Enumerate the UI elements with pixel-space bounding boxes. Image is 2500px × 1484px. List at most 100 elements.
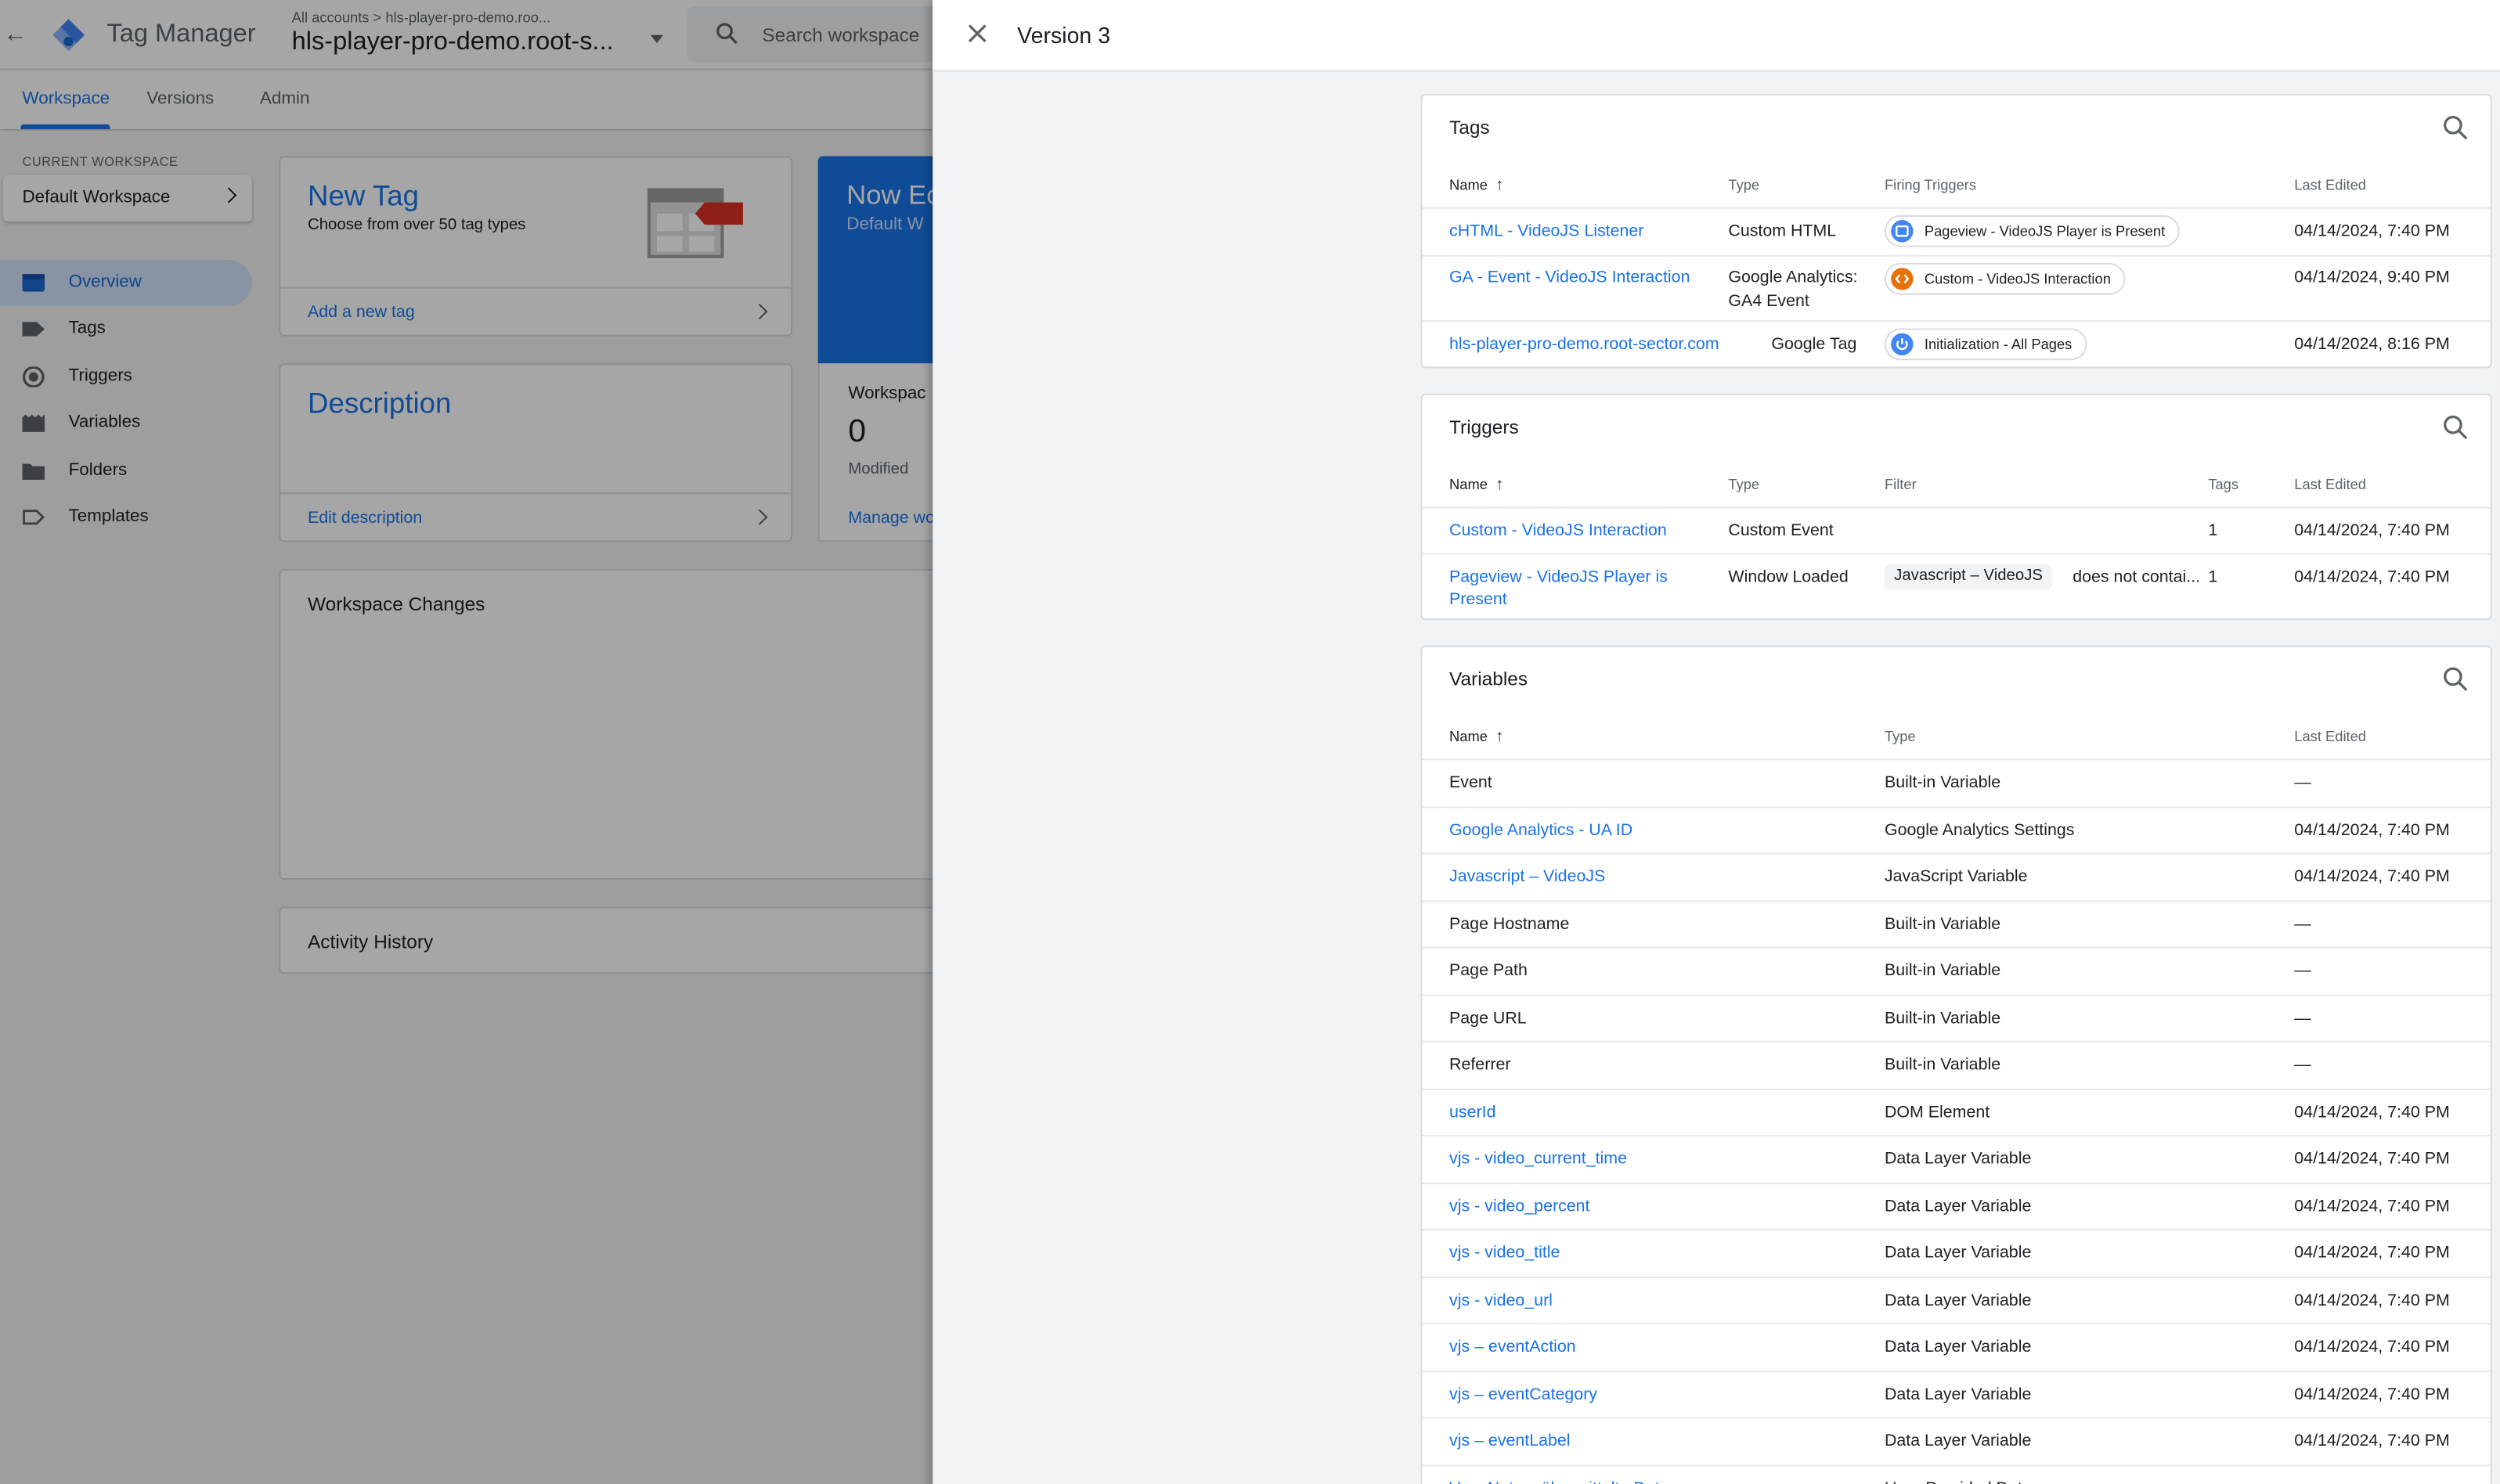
search-icon[interactable] <box>2443 666 2469 692</box>
last-edited: 04/14/2024, 7:40 PM <box>2294 1384 2450 1403</box>
filter-operator: does not contai... <box>2073 567 2201 587</box>
variable-type: Built-in Variable <box>1884 1007 2001 1028</box>
variable-name-link[interactable]: Google Analytics - UA ID <box>1449 819 1632 843</box>
variable-name-link[interactable]: userId <box>1449 1100 1495 1125</box>
column-header-name[interactable]: Name ↑ <box>1449 729 1503 746</box>
table-row: Custom - VideoJS Interaction Custom Even… <box>1422 506 2491 553</box>
variable-type: Data Layer Variable <box>1884 1337 2032 1356</box>
variable-name-link[interactable]: vjs - video_url <box>1449 1288 1553 1313</box>
last-edited: — <box>2294 773 2311 793</box>
table-row: Event Built-in Variable — <box>1422 758 2491 805</box>
header-label: Name <box>1449 476 1488 493</box>
table-row: Page Path Built-in Variable — <box>1422 946 2491 994</box>
tags-panel: Tags Name ↑ Type Firing Triggers Last Edi… <box>1420 94 2492 369</box>
tag-type-line2: GA4 Event <box>1728 291 1809 312</box>
variable-type: DOM Element <box>1884 1102 1990 1122</box>
table-row: vjs - video_current_time Data Layer Varia… <box>1422 1134 2491 1182</box>
search-icon[interactable] <box>2443 414 2469 440</box>
last-edited: 04/14/2024, 8:16 PM <box>2294 334 2450 355</box>
variable-type: User-Provided Data <box>1885 1477 2032 1484</box>
variable-type: Built-in Variable <box>1884 960 2001 981</box>
header-label: Name <box>1449 728 1488 744</box>
firing-trigger-chip[interactable]: Pageview - VideoJS Player is Present <box>1884 214 2180 247</box>
table-row: Google Analytics - UA ID Google Analytics… <box>1422 805 2491 852</box>
trigger-name-link[interactable]: Custom - VideoJS Interaction <box>1449 520 1667 544</box>
variable-name-link[interactable]: vjs – eventCategory <box>1449 1383 1597 1407</box>
table-row: Page Hostname Built-in Variable — <box>1422 899 2491 947</box>
table-row: userId DOM Element 04/14/2024, 7:40 PM <box>1422 1087 2491 1135</box>
table-row: vjs – eventAction Data Layer Variable 04/1… <box>1422 1323 2491 1370</box>
column-header-type[interactable]: Type <box>1728 477 1759 492</box>
variable-name: Referrer <box>1449 1055 1511 1075</box>
last-edited: 04/14/2024, 7:40 PM <box>2294 1102 2450 1122</box>
last-edited: 04/14/2024, 7:40 PM <box>2294 1431 2450 1451</box>
table-row: vjs - video_url Data Layer Variable 04/14/… <box>1422 1276 2491 1323</box>
variable-type: Data Layer Variable <box>1884 1149 2032 1169</box>
table-row: hls-player-pro-demo.root-sector.com Goog… <box>1422 320 2491 366</box>
sort-ascending-icon: ↑ <box>1495 476 1504 495</box>
table-row: Pageview - VideoJS Player is Present Win… <box>1422 553 2491 618</box>
close-icon[interactable] <box>965 20 990 46</box>
search-icon[interactable] <box>2443 115 2469 141</box>
column-header-type[interactable]: Type <box>1885 729 1916 744</box>
sort-ascending-icon: ↑ <box>1495 177 1504 195</box>
variable-name-link[interactable]: vjs – eventLabel <box>1449 1430 1571 1454</box>
last-edited: 04/14/2024, 7:40 PM <box>2294 1290 2450 1309</box>
sort-ascending-icon: ↑ <box>1495 728 1504 747</box>
column-header-last-edited[interactable]: Last Edited <box>2294 177 2366 193</box>
table-row: cHTML - VideoJS Listener Custom HTML Pag… <box>1422 207 2491 255</box>
variable-type: Built-in Variable <box>1884 1055 2001 1075</box>
variable-name-link[interactable]: vjs - video_title <box>1449 1241 1560 1266</box>
variable-name-link[interactable]: Javascript – VideoJS <box>1449 866 1605 890</box>
last-edited: 04/14/2024, 7:40 PM <box>2294 222 2450 241</box>
trigger-tag-count: 1 <box>2208 520 2218 541</box>
column-header-name[interactable]: Name ↑ <box>1449 477 1503 494</box>
table-row: vjs – eventCategory Data Layer Variable 04… <box>1422 1370 2491 1417</box>
variable-name-link[interactable]: vjs - video_percent <box>1449 1194 1589 1219</box>
drawer-header: Version 3 <box>933 0 2500 72</box>
variable-name-link[interactable]: Vom Nutzer übermittelte Daten <box>1449 1477 1678 1484</box>
tag-name-link[interactable]: cHTML - VideoJS Listener <box>1449 220 1643 244</box>
column-header-filter[interactable]: Filter <box>1885 477 1917 492</box>
trigger-type: Window Loaded <box>1728 567 1849 587</box>
version-drawer: Version 3 Tags Name ↑ Type Firing Trigger… <box>933 0 2500 1484</box>
table-row: Referrer Built-in Variable — <box>1422 1040 2491 1088</box>
table-row: GA - Event - VideoJS Interaction Google … <box>1422 254 2491 320</box>
firing-trigger-chip[interactable]: Initialization - All Pages <box>1884 328 2087 361</box>
chip-label: Pageview - VideoJS Player is Present <box>1924 223 2166 240</box>
variable-name-link[interactable]: vjs - video_current_time <box>1449 1147 1627 1172</box>
variable-type: Built-in Variable <box>1884 913 2001 934</box>
firing-trigger-chip[interactable]: Custom - VideoJS Interaction <box>1884 262 2126 295</box>
variable-type: Data Layer Variable <box>1884 1290 2032 1309</box>
variable-name: Page Path <box>1449 960 1528 981</box>
triggers-panel: Triggers Name ↑ Type Filter Tags Last Edi… <box>1420 393 2492 621</box>
last-edited: — <box>2294 960 2311 981</box>
column-header-last-edited[interactable]: Last Edited <box>2294 477 2366 492</box>
last-edited: 04/14/2024, 7:40 PM <box>2294 520 2450 541</box>
tag-type: Google Analytics: <box>1728 268 1858 287</box>
table-row: vjs - video_title Data Layer Variable 04/1… <box>1422 1229 2491 1276</box>
tag-name-link[interactable]: GA - Event - VideoJS Interaction <box>1449 266 1690 290</box>
variable-type: Google Analytics Settings <box>1884 819 2075 840</box>
column-header-tags[interactable]: Tags <box>2208 477 2238 492</box>
table-row: Javascript – VideoJS JavaScript Variable 0… <box>1422 852 2491 899</box>
chip-label: Custom - VideoJS Interaction <box>1924 271 2111 287</box>
column-header-name[interactable]: Name ↑ <box>1449 177 1503 194</box>
last-edited: 04/14/2024, 7:40 PM <box>2294 1337 2450 1356</box>
last-edited: — <box>2294 1055 2311 1075</box>
trigger-name-link-line2[interactable]: Present <box>1449 588 1507 612</box>
trigger-name-link[interactable]: Pageview - VideoJS Player is <box>1449 566 1668 590</box>
last-edited: 04/14/2024, 9:40 PM <box>2294 268 2450 287</box>
tag-name-link[interactable]: hls-player-pro-demo.root-sector.com <box>1449 333 1719 358</box>
variables-panel-title: Variables <box>1449 668 1528 690</box>
variable-name-link[interactable]: vjs – eventAction <box>1449 1335 1576 1360</box>
triggers-panel-title: Triggers <box>1449 416 1519 438</box>
variable-type: JavaScript Variable <box>1884 866 2028 887</box>
column-header-firing-triggers[interactable]: Firing Triggers <box>1885 177 1976 193</box>
modal-scrim[interactable] <box>0 0 935 1484</box>
filter-variable-chip: Javascript – VideoJS <box>1884 564 2053 590</box>
last-edited: — <box>2294 913 2311 934</box>
custom-event-trigger-icon <box>1891 268 1914 290</box>
column-header-type[interactable]: Type <box>1728 177 1759 193</box>
column-header-last-edited[interactable]: Last Edited <box>2294 729 2366 744</box>
